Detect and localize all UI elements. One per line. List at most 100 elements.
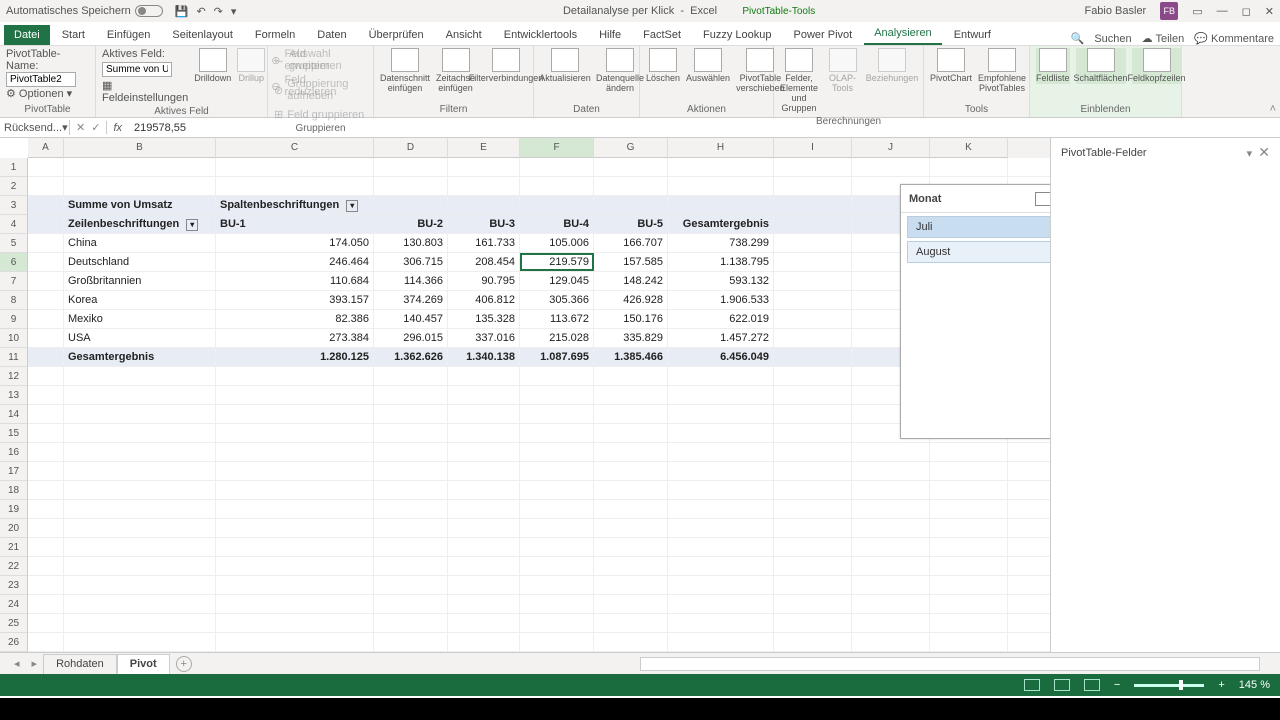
cell[interactable]: [774, 557, 852, 575]
cell[interactable]: [774, 196, 852, 214]
cell[interactable]: [28, 519, 64, 537]
row-header-18[interactable]: 18: [0, 481, 27, 500]
cell[interactable]: [64, 158, 216, 176]
cell[interactable]: [216, 462, 374, 480]
row-header-13[interactable]: 13: [0, 386, 27, 405]
cell[interactable]: [668, 557, 774, 575]
row-header-22[interactable]: 22: [0, 557, 27, 576]
col-header-K[interactable]: K: [930, 138, 1008, 158]
cell[interactable]: [930, 519, 1008, 537]
cell[interactable]: [668, 443, 774, 461]
slicer-multiselect-icon[interactable]: [1035, 192, 1050, 206]
zoom-slider[interactable]: [1134, 684, 1204, 687]
cell[interactable]: [852, 462, 930, 480]
cell[interactable]: 374.269: [374, 291, 448, 309]
tab-seitenlayout[interactable]: Seitenlayout: [162, 25, 243, 45]
cell[interactable]: [28, 272, 64, 290]
cell[interactable]: [668, 405, 774, 423]
cell[interactable]: [774, 576, 852, 594]
cell[interactable]: [520, 595, 594, 613]
cell[interactable]: [64, 367, 216, 385]
cell[interactable]: [774, 272, 852, 290]
cell[interactable]: [64, 576, 216, 594]
clear-button[interactable]: Löschen: [646, 48, 680, 84]
cell[interactable]: [930, 158, 1008, 176]
cell[interactable]: Summe von Umsatz: [64, 196, 216, 214]
cell[interactable]: [668, 462, 774, 480]
qat-more-icon[interactable]: ▾: [231, 5, 237, 18]
cell[interactable]: [852, 443, 930, 461]
cell[interactable]: [374, 367, 448, 385]
cell[interactable]: 305.366: [520, 291, 594, 309]
cell[interactable]: [216, 481, 374, 499]
cell[interactable]: [668, 386, 774, 404]
cell[interactable]: [520, 538, 594, 556]
cell[interactable]: USA: [64, 329, 216, 347]
cell[interactable]: [774, 595, 852, 613]
filter-connections-button[interactable]: Filterverbindungen: [481, 48, 531, 84]
cell[interactable]: [64, 633, 216, 651]
cell[interactable]: [28, 538, 64, 556]
cell[interactable]: 393.157: [216, 291, 374, 309]
cell[interactable]: 1.280.125: [216, 348, 374, 366]
cell[interactable]: [668, 519, 774, 537]
cell[interactable]: 157.585: [594, 253, 668, 271]
tab-fuzzy lookup[interactable]: Fuzzy Lookup: [693, 25, 781, 45]
cell[interactable]: [28, 329, 64, 347]
cell[interactable]: Korea: [64, 291, 216, 309]
cell[interactable]: [448, 158, 520, 176]
col-header-D[interactable]: D: [374, 138, 448, 158]
cell[interactable]: [930, 633, 1008, 651]
cell[interactable]: [774, 253, 852, 271]
cell[interactable]: [374, 158, 448, 176]
undo-icon[interactable]: ↶: [196, 5, 205, 18]
row-header-10[interactable]: 10: [0, 329, 27, 348]
cell[interactable]: 406.812: [448, 291, 520, 309]
cell[interactable]: [216, 614, 374, 632]
cell[interactable]: [448, 405, 520, 423]
cell[interactable]: 1.362.626: [374, 348, 448, 366]
cell[interactable]: [774, 481, 852, 499]
col-header-J[interactable]: J: [852, 138, 930, 158]
row-header-5[interactable]: 5: [0, 234, 27, 253]
cell[interactable]: [28, 386, 64, 404]
redo-icon[interactable]: ↷: [214, 5, 223, 18]
cell[interactable]: [594, 500, 668, 518]
cell[interactable]: [64, 386, 216, 404]
cancel-formula-icon[interactable]: ✕: [76, 121, 85, 134]
col-header-G[interactable]: G: [594, 138, 668, 158]
cell[interactable]: [520, 576, 594, 594]
cell[interactable]: [594, 614, 668, 632]
cell[interactable]: [930, 557, 1008, 575]
cell[interactable]: [28, 424, 64, 442]
cell[interactable]: 426.928: [594, 291, 668, 309]
row-header-16[interactable]: 16: [0, 443, 27, 462]
cell[interactable]: [64, 614, 216, 632]
col-filter-icon[interactable]: ▾: [346, 200, 358, 212]
cell[interactable]: [28, 481, 64, 499]
cell[interactable]: [594, 595, 668, 613]
cell[interactable]: [774, 443, 852, 461]
cell[interactable]: 105.006: [520, 234, 594, 252]
save-icon[interactable]: 💾: [175, 5, 189, 18]
fieldsettings-button[interactable]: ▦ Feldeinstellungen: [102, 79, 188, 104]
row-header-12[interactable]: 12: [0, 367, 27, 386]
cell[interactable]: [216, 500, 374, 518]
cell[interactable]: [668, 595, 774, 613]
fieldpane-close-icon[interactable]: ✕: [1258, 144, 1270, 160]
cell[interactable]: [64, 481, 216, 499]
cell[interactable]: [374, 633, 448, 651]
search-icon[interactable]: 🔍: [1071, 32, 1085, 45]
drillup-button[interactable]: Drillup: [237, 48, 265, 84]
cell[interactable]: [774, 386, 852, 404]
cell[interactable]: 215.028: [520, 329, 594, 347]
row-header-4[interactable]: 4: [0, 215, 27, 234]
row-header-20[interactable]: 20: [0, 519, 27, 538]
cell[interactable]: 1.385.466: [594, 348, 668, 366]
cell[interactable]: [28, 443, 64, 461]
cell[interactable]: [668, 158, 774, 176]
cell[interactable]: BU-5: [594, 215, 668, 233]
cell[interactable]: [374, 462, 448, 480]
col-header-C[interactable]: C: [216, 138, 374, 158]
view-pagebreak-icon[interactable]: [1084, 679, 1100, 691]
